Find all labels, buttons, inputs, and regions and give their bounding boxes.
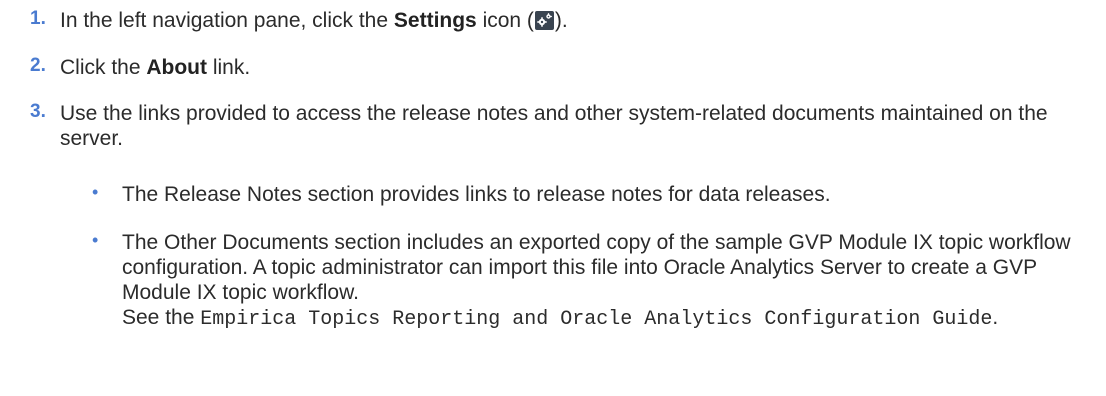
bullet-text-body: The Other Documents section includes an … <box>122 231 1071 304</box>
step-number: 1. <box>30 8 46 29</box>
see-prefix: See the <box>122 306 201 329</box>
step-number: 2. <box>30 55 46 76</box>
bullet-icon: • <box>92 182 99 202</box>
step-text-part: icon ( <box>476 9 534 32</box>
step-number: 3. <box>30 101 46 122</box>
bullet-text: The Other Documents section includes an … <box>122 230 1086 332</box>
step-text-part: link. <box>207 56 251 79</box>
step-text: Click the About link. <box>60 55 1086 80</box>
step-text-part: Click the <box>60 56 147 79</box>
about-label: About <box>146 56 208 79</box>
see-suffix: . <box>992 306 999 329</box>
settings-label: Settings <box>393 9 477 32</box>
bullet-text: The Release Notes section provides links… <box>122 183 831 206</box>
step-text: Use the links provided to access the rel… <box>60 102 1048 150</box>
bullet-icon: • <box>92 230 99 250</box>
step-text: In the left navigation pane, click the S… <box>60 8 1086 33</box>
step-text-part: In the left navigation pane, click the <box>60 9 394 32</box>
step-text-part: ). <box>554 9 568 32</box>
guide-title: Empirica Topics Reporting and Oracle Ana… <box>200 308 993 331</box>
procedure-steps: 1. In the left navigation pane, click th… <box>0 0 1106 396</box>
settings-gear-icon <box>534 11 554 30</box>
